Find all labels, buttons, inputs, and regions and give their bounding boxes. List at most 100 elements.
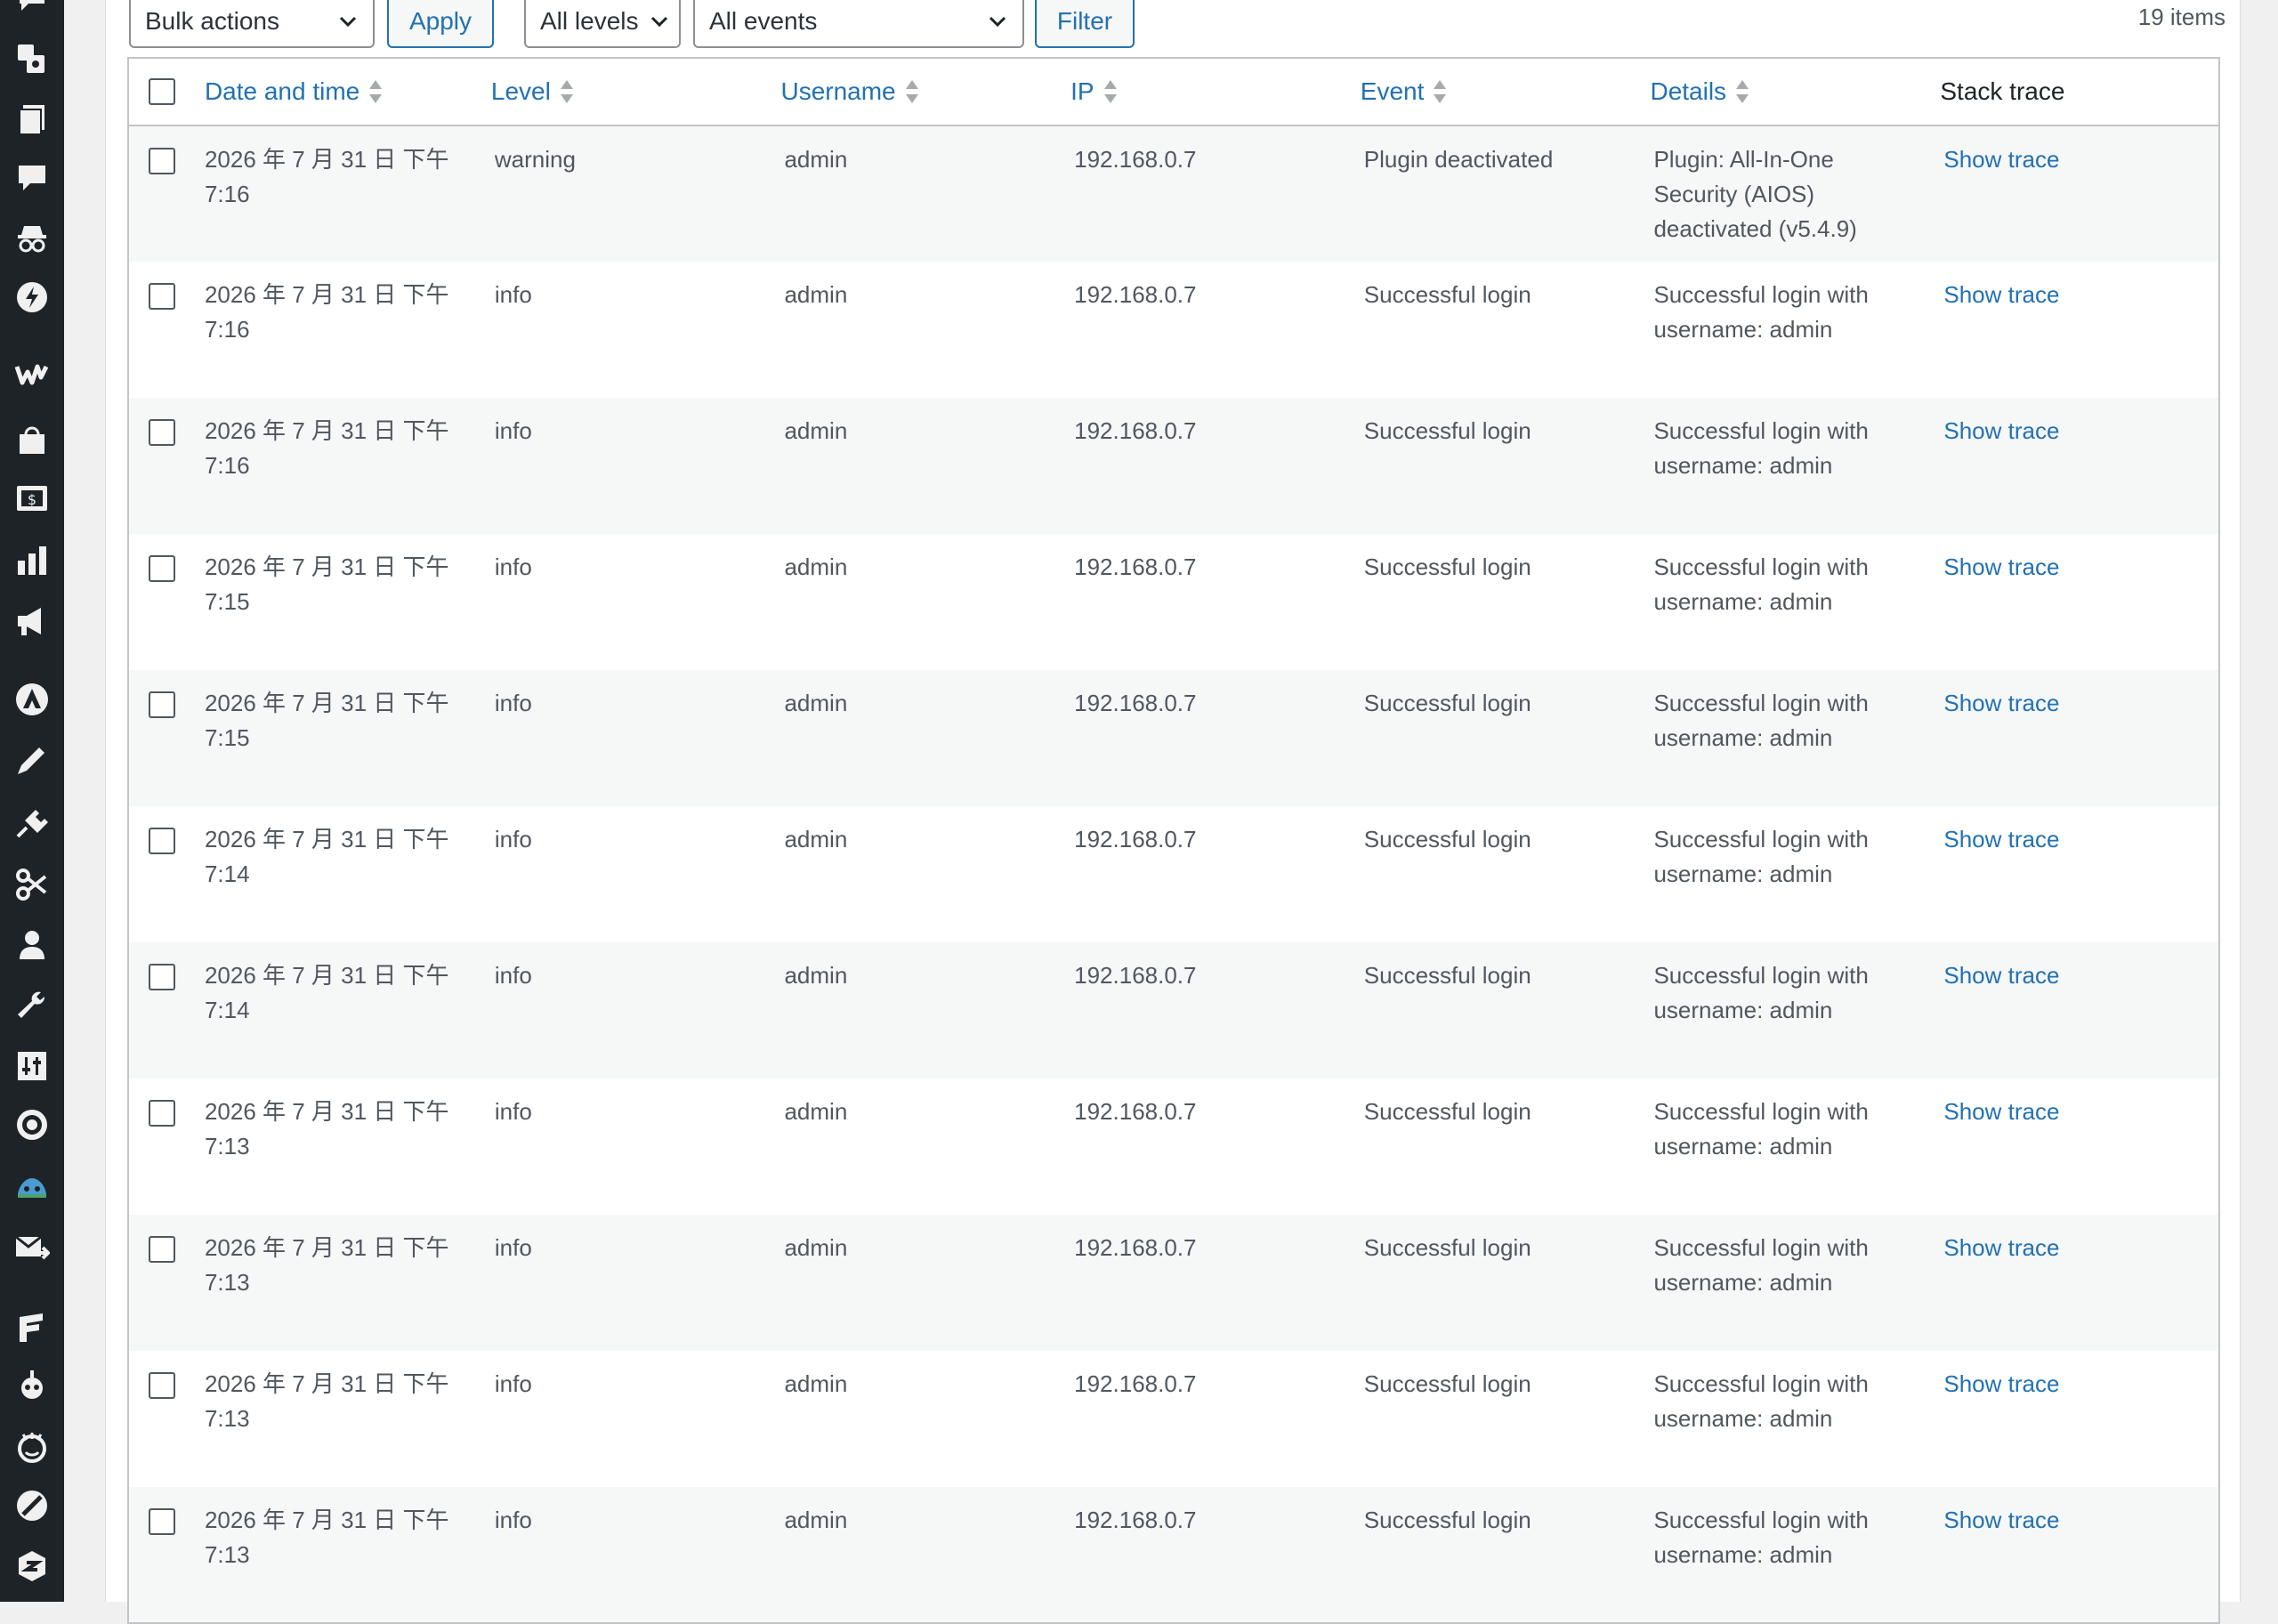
row-checkbox[interactable]	[149, 691, 175, 718]
woocommerce-icon[interactable]	[12, 354, 52, 393]
snippets-icon[interactable]	[12, 865, 52, 904]
sort-icon	[1433, 79, 1447, 106]
table-row: 2026 年 7 月 31 日 下午 7:13 info admin 192.168.…	[128, 1215, 2219, 1351]
astra-icon[interactable]	[12, 680, 52, 719]
marketing-icon[interactable]	[12, 602, 52, 641]
bulk-actions-select[interactable]: Bulk actions	[129, 0, 375, 48]
payments-icon[interactable]: $	[12, 479, 52, 518]
level-cell: info	[491, 262, 781, 398]
username-cell: admin	[780, 806, 1070, 942]
appearance-icon[interactable]	[12, 742, 52, 781]
face-icon[interactable]	[12, 1427, 52, 1466]
date-value: 2026 年 7 月 31 日 下午 7:15	[204, 690, 449, 751]
show-trace-link[interactable]: Show trace	[1943, 826, 2059, 852]
events-label: All events	[709, 7, 818, 35]
sort-icon	[1103, 79, 1118, 106]
row-checkbox[interactable]	[149, 148, 175, 174]
row-checkbox[interactable]	[149, 1100, 175, 1127]
table-row: 2026 年 7 月 31 日 下午 7:14 info admin 192.168.…	[128, 806, 2219, 942]
lightning-icon[interactable]	[12, 278, 52, 317]
level-cell: info	[491, 534, 781, 670]
select-all-checkbox[interactable]	[149, 78, 175, 105]
ip-cell: 192.168.0.7	[1070, 670, 1361, 806]
event-value: Successful login	[1363, 1507, 1531, 1533]
show-trace-link[interactable]: Show trace	[1943, 146, 2059, 173]
level-value: info	[494, 1370, 532, 1397]
apply-button[interactable]: Apply	[387, 0, 494, 48]
media-icon[interactable]	[12, 39, 52, 78]
level-value: info	[494, 1234, 532, 1261]
details-cell: Successful login with username: admin	[1650, 1215, 1940, 1351]
column-ip-label: IP	[1070, 77, 1095, 105]
show-trace-link[interactable]: Show trace	[1943, 553, 2059, 580]
event-value: Plugin deactivated	[1363, 146, 1554, 173]
cog-icon[interactable]	[12, 1105, 52, 1144]
show-trace-link[interactable]: Show trace	[1943, 1098, 2059, 1125]
column-event[interactable]: Event	[1360, 58, 1651, 126]
events-select[interactable]: All events	[693, 0, 1024, 48]
ip-cell: 192.168.0.7	[1070, 942, 1361, 1079]
settings-icon[interactable]	[12, 1046, 52, 1086]
column-date-label: Date and time	[204, 77, 360, 105]
show-trace-link[interactable]: Show trace	[1943, 1507, 2059, 1533]
details-cell: Successful login with username: admin	[1650, 1351, 1940, 1487]
show-trace-link[interactable]: Show trace	[1943, 1234, 2059, 1261]
users-icon[interactable]	[12, 925, 52, 965]
trace-cell: Show trace	[1940, 1215, 2219, 1351]
mail-icon[interactable]	[12, 1228, 52, 1267]
details-cell: Successful login with username: admin	[1650, 398, 1940, 534]
column-details[interactable]: Details	[1650, 58, 1941, 126]
show-trace-link[interactable]: Show trace	[1943, 962, 2059, 989]
row-checkbox[interactable]	[149, 1236, 175, 1263]
plugins-icon[interactable]	[12, 804, 52, 844]
event-value: Successful login	[1363, 417, 1531, 444]
ip-cell: 192.168.0.7	[1070, 806, 1361, 942]
row-checkbox-cell	[128, 670, 201, 806]
row-checkbox[interactable]	[149, 1508, 175, 1535]
analytics-icon[interactable]	[12, 541, 52, 580]
tools-icon[interactable]	[12, 986, 52, 1025]
show-trace-link[interactable]: Show trace	[1943, 417, 2059, 444]
filter-button[interactable]: Filter	[1035, 0, 1135, 48]
forms-icon[interactable]	[12, 1308, 52, 1347]
ip-value: 192.168.0.7	[1074, 962, 1197, 989]
date-cell: 2026 年 7 月 31 日 下午 7:13	[201, 1215, 491, 1351]
row-checkbox-cell	[128, 262, 201, 398]
show-trace-link[interactable]: Show trace	[1943, 1370, 2059, 1397]
row-checkbox[interactable]	[149, 828, 175, 854]
column-ip[interactable]: IP	[1070, 58, 1361, 126]
row-checkbox[interactable]	[149, 1372, 175, 1399]
bot-icon[interactable]	[12, 1367, 52, 1406]
levels-select[interactable]: All levels	[524, 0, 681, 48]
security-icon[interactable]	[12, 1547, 52, 1586]
comments-partial-icon[interactable]	[12, 0, 52, 21]
no-spam-icon[interactable]	[12, 1486, 52, 1525]
column-level[interactable]: Level	[490, 58, 781, 126]
date-cell: 2026 年 7 月 31 日 下午 7:15	[201, 670, 491, 806]
row-checkbox[interactable]	[149, 283, 175, 310]
ip-value: 192.168.0.7	[1074, 417, 1197, 444]
pages-icon[interactable]	[12, 100, 52, 139]
show-trace-link[interactable]: Show trace	[1943, 690, 2059, 716]
store-icon[interactable]	[12, 420, 52, 459]
column-username[interactable]: Username	[780, 58, 1071, 126]
event-cell: Successful login	[1361, 262, 1651, 398]
date-value: 2026 年 7 月 31 日 下午 7:16	[204, 146, 449, 207]
ip-cell: 192.168.0.7	[1070, 1079, 1361, 1215]
event-value: Successful login	[1363, 690, 1531, 716]
comments-icon[interactable]	[12, 158, 52, 198]
row-checkbox[interactable]	[149, 419, 175, 446]
spy-icon[interactable]	[12, 219, 52, 258]
trace-cell: Show trace	[1940, 1487, 2219, 1623]
date-value: 2026 年 7 月 31 日 下午 7:13	[204, 1507, 449, 1568]
row-checkbox-cell	[128, 534, 201, 670]
show-trace-link[interactable]: Show trace	[1943, 281, 2059, 308]
username-value: admin	[784, 146, 848, 173]
row-checkbox[interactable]	[149, 555, 175, 582]
monster-icon[interactable]	[12, 1166, 52, 1205]
row-checkbox[interactable]	[149, 964, 175, 990]
ip-cell: 192.168.0.7	[1070, 262, 1361, 398]
column-date[interactable]: Date and time	[200, 58, 491, 126]
details-value: Successful login with username: admin	[1653, 281, 1869, 343]
level-cell: info	[491, 1351, 781, 1487]
